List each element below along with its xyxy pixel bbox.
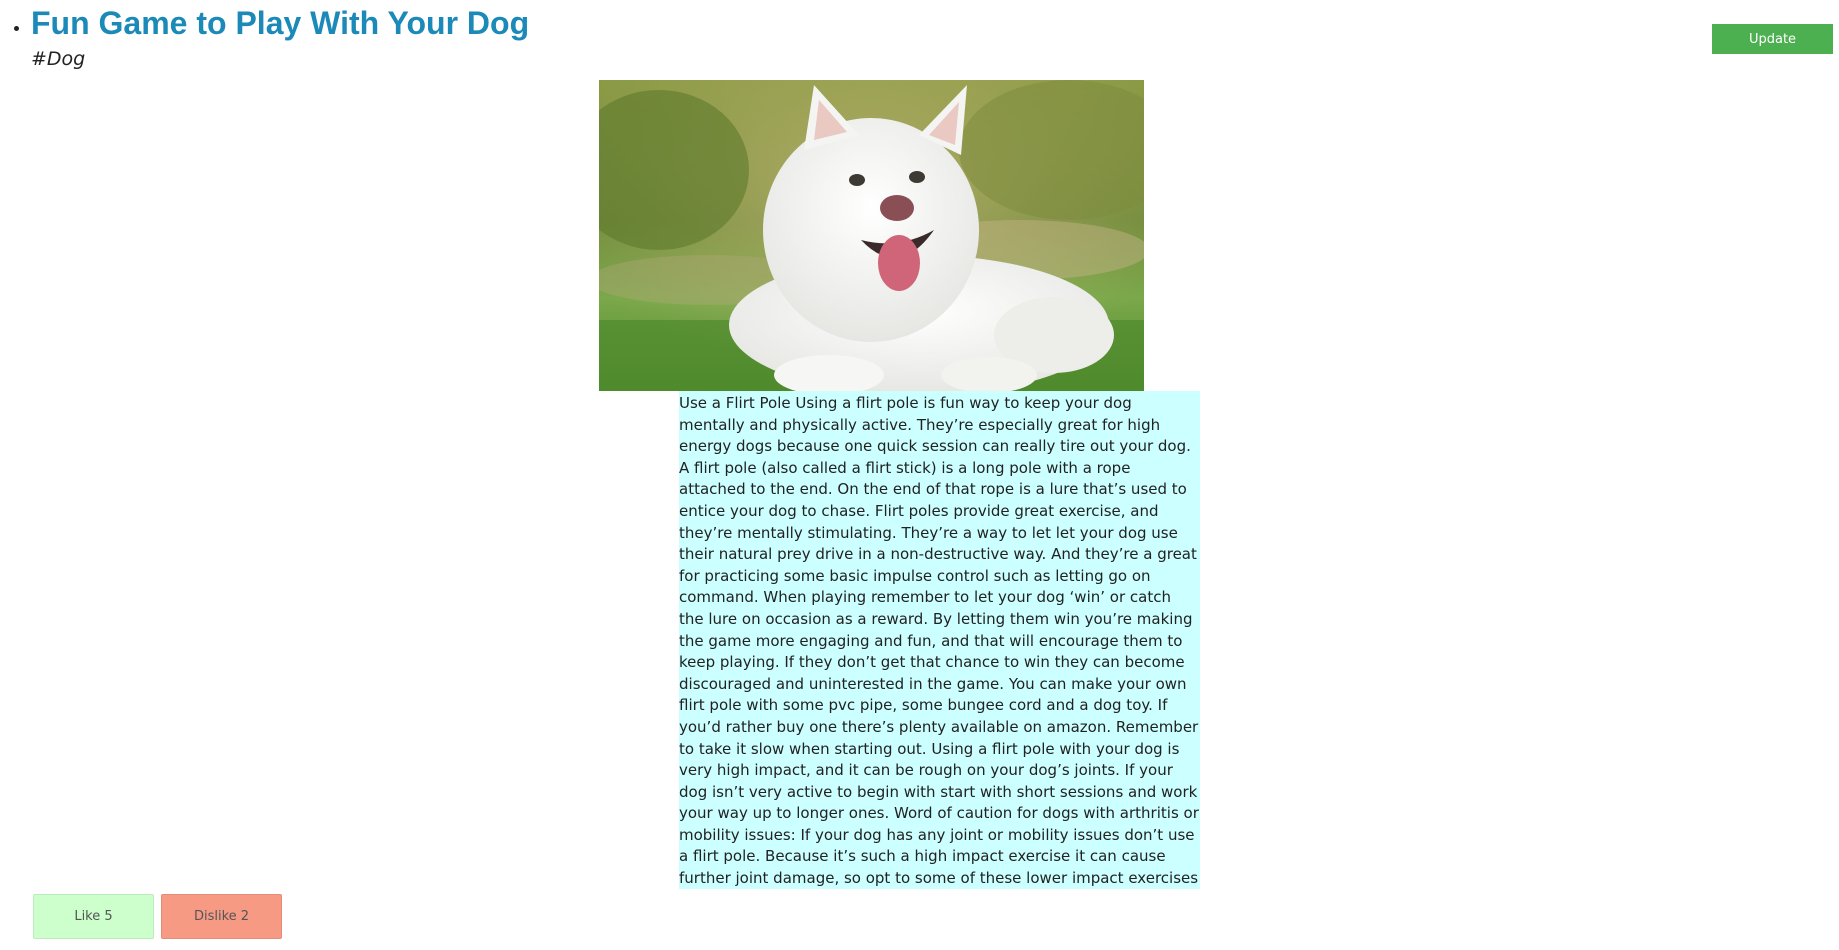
post-list-item: Fun Game to Play With Your Dog — [31, 0, 529, 42]
post-body: Use a Flirt Pole Using a flirt pole is f… — [679, 391, 1200, 889]
post-image — [599, 80, 1144, 391]
update-button[interactable]: Update — [1712, 24, 1833, 54]
dog-photo-icon — [599, 80, 1144, 391]
post-tag: #Dog — [31, 48, 86, 70]
like-button[interactable]: Like 5 — [33, 894, 154, 939]
post-title: Fun Game to Play With Your Dog — [31, 5, 530, 41]
dislike-button[interactable]: Dislike 2 — [161, 894, 282, 939]
post-list: Fun Game to Play With Your Dog — [0, 0, 529, 42]
page: Fun Game to Play With Your Dog #Dog Upda… — [0, 0, 1839, 950]
